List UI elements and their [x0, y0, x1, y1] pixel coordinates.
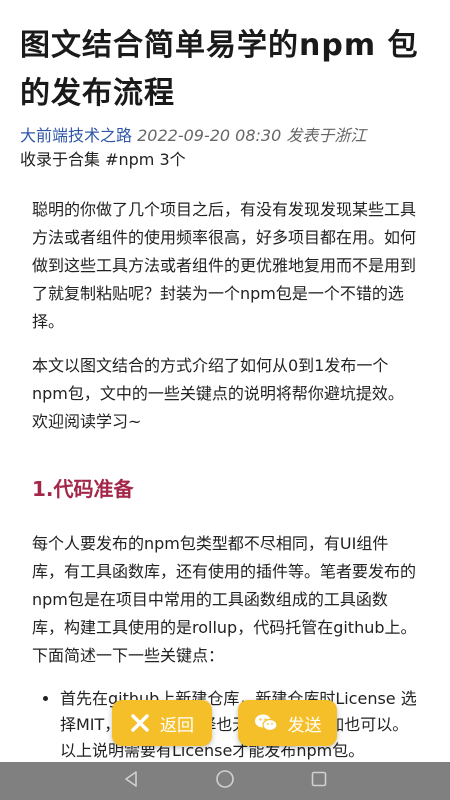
nav-back-button[interactable] — [119, 769, 143, 793]
send-button[interactable]: 发送 — [238, 700, 337, 746]
intro-paragraph: 本文以图文结合的方式介绍了如何从0到1发布一个npm包，文中的一些关键点的说明将… — [32, 356, 404, 431]
collection-tag[interactable]: 收录于合集 #npm 3个 — [20, 148, 430, 172]
nav-home-button[interactable] — [213, 769, 237, 793]
nav-recent-button[interactable] — [307, 769, 331, 793]
section-heading: 1.代码准备 — [32, 477, 134, 501]
article-title: 图文结合简单易学的npm 包的发布流程 — [20, 28, 419, 111]
back-button[interactable]: 返回 — [112, 700, 212, 746]
author-link[interactable]: 大前端技术之路 — [20, 126, 132, 145]
triangle-back-icon — [122, 770, 140, 792]
circle-home-icon — [215, 769, 235, 793]
wechat-icon — [254, 713, 278, 733]
article-content: 聪明的你做了几个项目之后，有没有发现发现某些工具方法或者组件的使用频率很高，好多… — [20, 196, 430, 764]
article-meta: 大前端技术之路 2022-09-20 08:30 发表于浙江 — [20, 124, 430, 148]
back-button-label: 返回 — [160, 715, 194, 736]
article: 图文结合简单易学的npm 包的发布流程 大前端技术之路 2022-09-20 0… — [0, 0, 450, 764]
square-recent-icon — [310, 770, 328, 792]
send-button-label: 发送 — [287, 715, 322, 736]
system-nav-bar — [0, 762, 450, 800]
publish-date: 2022-09-20 08:30 发表于浙江 — [137, 126, 367, 145]
intro-paragraph: 聪明的你做了几个项目之后，有没有发现发现某些工具方法或者组件的使用频率很高，好多… — [32, 200, 417, 331]
close-x-icon — [130, 713, 150, 733]
floating-action-bar: 返回 发送 — [112, 700, 337, 746]
section-paragraph: 每个人要发布的npm包类型都不尽相同，有UI组件库，有工具函数库，还有使用的插件… — [32, 534, 417, 665]
